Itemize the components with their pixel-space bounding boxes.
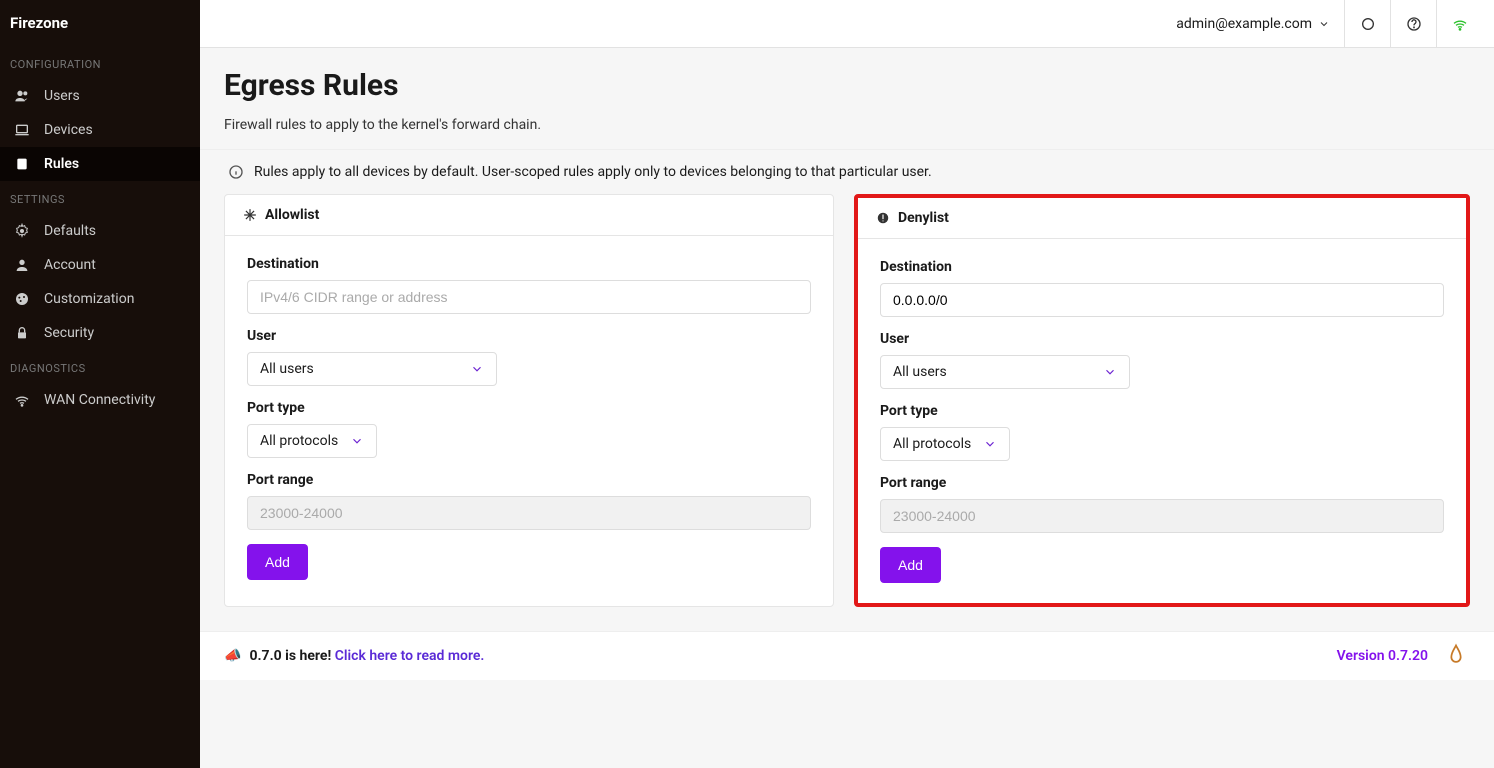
deny-destination-label: Destination — [880, 259, 1444, 275]
allow-add-button[interactable]: Add — [247, 544, 308, 580]
section-label-diagnostics: DIAGNOSTICS — [0, 350, 200, 383]
info-banner: Rules apply to all devices by default. U… — [200, 149, 1494, 194]
page-description: Firewall rules to apply to the kernel's … — [224, 117, 1470, 133]
denylist-title: Denylist — [898, 210, 949, 226]
gear-icon — [14, 223, 30, 239]
user-icon — [14, 257, 30, 273]
page-header: Egress Rules Firewall rules to apply to … — [200, 48, 1494, 149]
section-label-configuration: CONFIGURATION — [0, 46, 200, 79]
sidebar-item-label: Security — [44, 325, 94, 341]
sidebar-item-users[interactable]: Users — [0, 79, 200, 113]
circle-icon — [1360, 16, 1376, 32]
megaphone-icon: 📣 — [224, 648, 241, 664]
sidebar-item-label: Users — [44, 88, 80, 104]
sidebar-item-wan[interactable]: WAN Connectivity — [0, 383, 200, 417]
laptop-icon — [14, 122, 30, 138]
main: admin@example.com Egress Rules Firewall … — [200, 0, 1494, 768]
content: Egress Rules Firewall rules to apply to … — [200, 48, 1494, 768]
allow-destination-input[interactable] — [247, 280, 811, 314]
panels: Allowlist Destination User All users — [200, 194, 1494, 631]
allowlist-title: Allowlist — [265, 207, 319, 223]
wifi-icon — [14, 392, 30, 408]
announce-prefix: 0.7.0 is here! — [249, 648, 331, 664]
sidebar-item-rules[interactable]: Rules — [0, 147, 200, 181]
chevron-down-icon — [1103, 365, 1117, 379]
allowlist-icon — [243, 208, 257, 222]
sidebar-item-label: Defaults — [44, 223, 96, 239]
topbar-circle-button[interactable] — [1344, 0, 1390, 47]
deny-port-type-value: All protocols — [893, 436, 971, 452]
brand: Firezone — [0, 0, 200, 46]
chevron-down-icon — [1318, 18, 1330, 30]
deny-port-range-label: Port range — [880, 475, 1444, 491]
deny-port-type-label: Port type — [880, 403, 1444, 419]
allow-port-type-value: All protocols — [260, 433, 338, 449]
info-icon — [228, 164, 244, 180]
announce-link[interactable]: Click here to read more. — [335, 648, 485, 664]
footer: 📣 0.7.0 is here! Click here to read more… — [200, 631, 1494, 680]
allow-port-range-label: Port range — [247, 472, 811, 488]
allow-user-label: User — [247, 328, 811, 344]
allowlist-header: Allowlist — [225, 195, 833, 236]
users-icon — [14, 88, 30, 104]
deny-port-type-select[interactable]: All protocols — [880, 427, 1010, 461]
deny-user-value: All users — [893, 364, 947, 380]
deny-port-range-input — [880, 499, 1444, 533]
allow-port-range-input — [247, 496, 811, 530]
allow-user-value: All users — [260, 361, 314, 377]
sidebar-item-account[interactable]: Account — [0, 248, 200, 282]
sidebar-item-label: WAN Connectivity — [44, 392, 155, 408]
denylist-icon — [876, 211, 890, 225]
allow-port-type-label: Port type — [247, 400, 811, 416]
version-text: Version 0.7.20 — [1337, 648, 1428, 664]
chevron-down-icon — [470, 362, 484, 376]
sidebar-item-label: Rules — [44, 156, 79, 172]
page-title: Egress Rules — [224, 68, 1470, 103]
sidebar-item-label: Devices — [44, 122, 93, 138]
sidebar-item-label: Account — [44, 257, 96, 273]
section-label-settings: SETTINGS — [0, 181, 200, 214]
connectivity-button[interactable] — [1436, 0, 1482, 47]
sidebar-item-customization[interactable]: Customization — [0, 282, 200, 316]
sidebar-item-devices[interactable]: Devices — [0, 113, 200, 147]
info-text: Rules apply to all devices by default. U… — [254, 164, 932, 180]
sidebar-item-label: Customization — [44, 291, 134, 307]
rules-icon — [14, 156, 30, 172]
sidebar: Firezone CONFIGURATION Users Devices Rul… — [0, 0, 200, 768]
chevron-down-icon — [983, 437, 997, 451]
deny-user-select[interactable]: All users — [880, 355, 1130, 389]
deny-add-button[interactable]: Add — [880, 547, 941, 583]
sidebar-item-security[interactable]: Security — [0, 316, 200, 350]
lock-icon — [14, 325, 30, 341]
allowlist-panel: Allowlist Destination User All users — [224, 194, 834, 607]
topbar: admin@example.com — [200, 0, 1494, 48]
denylist-header: Denylist — [858, 198, 1466, 239]
wifi-status-icon — [1452, 16, 1468, 32]
palette-icon — [14, 291, 30, 307]
allow-user-select[interactable]: All users — [247, 352, 497, 386]
user-menu[interactable]: admin@example.com — [1162, 0, 1344, 47]
help-icon — [1406, 16, 1422, 32]
allow-port-type-select[interactable]: All protocols — [247, 424, 377, 458]
deny-user-label: User — [880, 331, 1444, 347]
chevron-down-icon — [350, 434, 364, 448]
logo-icon — [1442, 642, 1470, 670]
denylist-panel: Denylist Destination User All users — [854, 194, 1470, 607]
sidebar-item-defaults[interactable]: Defaults — [0, 214, 200, 248]
deny-destination-input[interactable] — [880, 283, 1444, 317]
allow-destination-label: Destination — [247, 256, 811, 272]
help-button[interactable] — [1390, 0, 1436, 47]
user-email: admin@example.com — [1176, 16, 1312, 32]
